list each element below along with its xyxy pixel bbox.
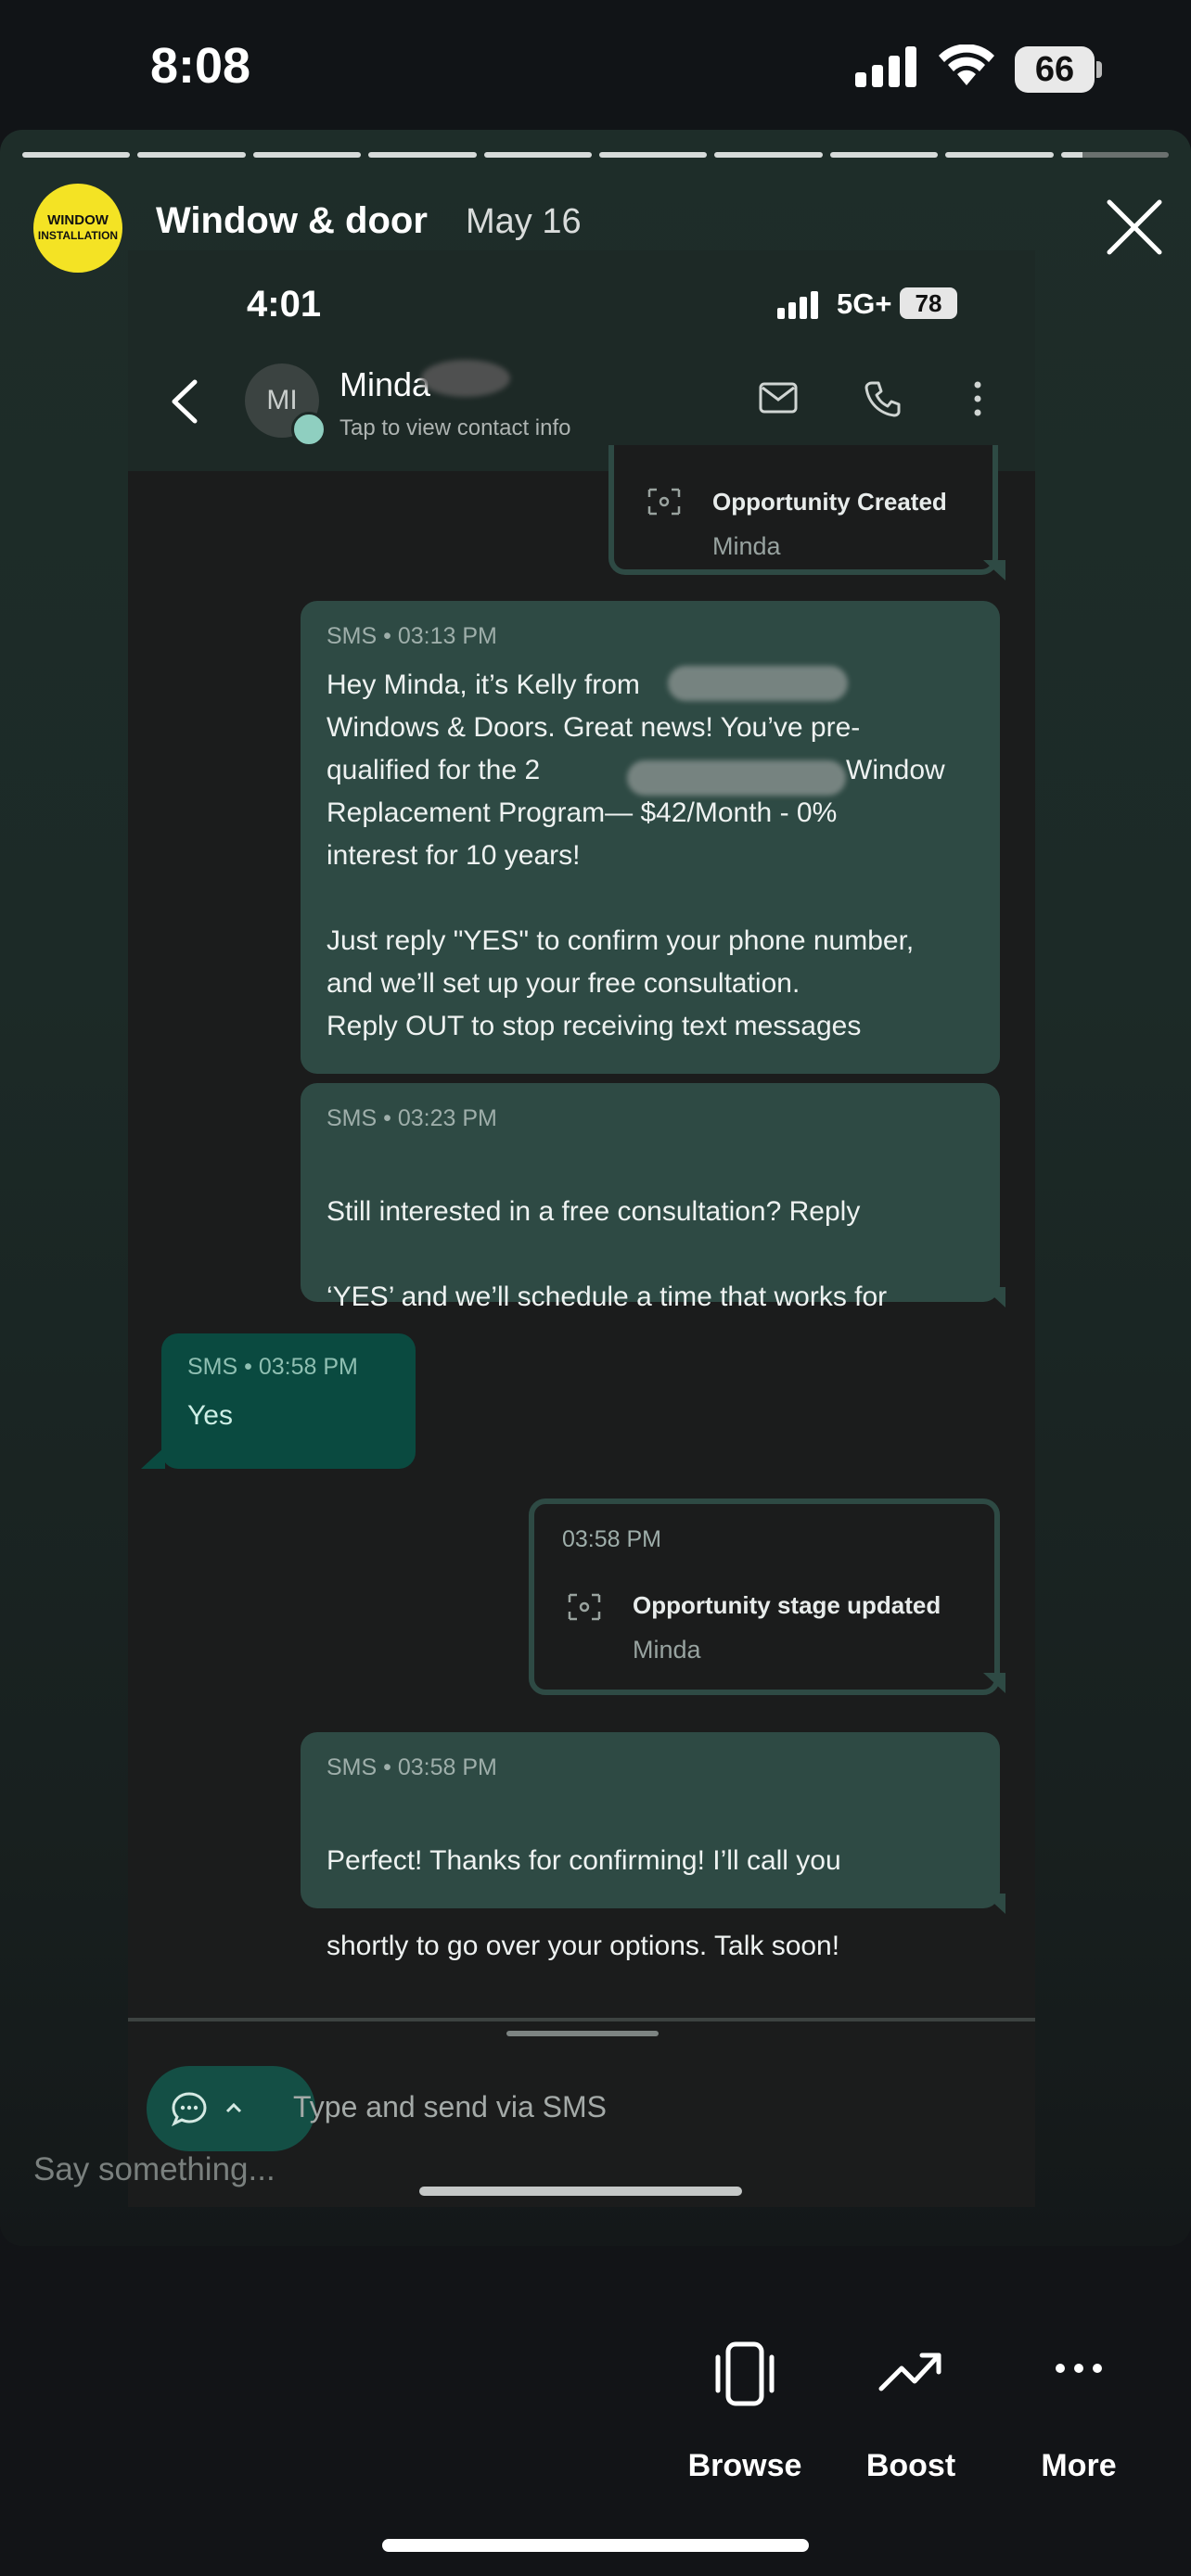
redaction-mark xyxy=(421,360,510,397)
activity-card: 03:58 PM Opportunity stage updated Minda xyxy=(529,1498,1000,1695)
avatar-text-line2: INSTALLATION xyxy=(37,229,119,242)
message-line: Hey Minda, it’s Kelly from xyxy=(327,670,640,700)
message-line: Replacement Program— $42/Month - 0% xyxy=(327,797,838,828)
back-arrow-icon[interactable] xyxy=(169,378,200,425)
contact-name[interactable]: Minda xyxy=(339,365,430,404)
message-line: Still interested in a free consultation?… xyxy=(327,1196,861,1227)
message-fragment: qualified for the 2 xyxy=(327,755,541,785)
activity-time: 03:58 PM xyxy=(562,1526,662,1552)
bubble-tail xyxy=(141,1447,165,1469)
message-text: Yes xyxy=(187,1400,233,1431)
activity-contact: Minda xyxy=(712,532,781,560)
activity-card: Opportunity Created Minda xyxy=(608,445,998,575)
inner-battery: 78 xyxy=(900,287,957,319)
message-input[interactable]: Type and send via SMS xyxy=(293,2090,607,2124)
chat-bubble-icon xyxy=(172,2092,207,2127)
close-icon[interactable] xyxy=(1102,195,1167,260)
story-progress-segment xyxy=(945,152,1054,158)
battery-tip xyxy=(1096,61,1102,78)
chat-badge-icon xyxy=(291,412,327,447)
story-avatar[interactable]: WINDOW INSTALLATION xyxy=(33,184,122,273)
message-line: Perfect! Thanks for confirming! I’ll cal… xyxy=(327,1845,841,1876)
bubble-tail xyxy=(983,1287,1005,1307)
message-text: Hey Minda, it’s Kelly from Windows & Doo… xyxy=(327,664,985,1048)
story-screenshot: 4:01 5G+ 78 MI Minda Tap to view contact… xyxy=(128,250,1035,2207)
composer-divider xyxy=(128,2018,1035,2021)
boost-button[interactable]: Boost xyxy=(818,2339,1004,2524)
message-line: and we’ll set up your free consultation. xyxy=(327,968,800,999)
message-meta: SMS • 03:13 PM xyxy=(327,623,497,649)
more-horizontal-icon xyxy=(1056,2364,1102,2373)
more-label: More xyxy=(1041,2448,1117,2483)
incoming-message[interactable]: SMS • 03:58 PM Yes xyxy=(161,1333,416,1469)
story-progress-segment xyxy=(483,152,592,158)
chevron-up-icon xyxy=(225,2102,242,2113)
story-action-bar: Browse Boost More xyxy=(0,2246,1191,2576)
message-text: Still interested in a free consultation?… xyxy=(327,1148,985,1447)
redaction-mark xyxy=(627,760,846,796)
outgoing-message[interactable]: SMS • 03:58 PM Perfect! Thanks for confi… xyxy=(301,1732,1000,1961)
message-line: interest for 10 years! xyxy=(327,840,581,871)
bubble-tail xyxy=(983,560,1005,580)
story-progress-segment xyxy=(368,152,477,158)
message-text: Perfect! Thanks for confirming! I’ll cal… xyxy=(327,1797,985,2010)
redaction-mark xyxy=(668,666,848,701)
outgoing-message[interactable]: SMS • 03:13 PM Hey Minda, it’s Kelly fro… xyxy=(301,601,1000,1074)
inner-signal-icon xyxy=(777,291,818,319)
bubble-tail xyxy=(983,1673,1005,1693)
activity-title: Opportunity Created xyxy=(712,488,947,516)
story-progress-segment xyxy=(137,152,246,158)
outgoing-message[interactable]: SMS • 03:23 PM Still interested in a fre… xyxy=(301,1083,1000,1397)
story-progress-segment xyxy=(22,152,131,158)
contact-info-link[interactable]: Tap to view contact info xyxy=(339,415,570,441)
story-progress-segment xyxy=(829,152,939,158)
message-line: Windows & Doors. Great news! You’ve pre- xyxy=(327,712,861,743)
channel-selector-button[interactable] xyxy=(147,2066,315,2151)
activity-contact: Minda xyxy=(633,1636,701,1664)
opportunity-icon xyxy=(568,1593,601,1621)
conversation-header: 4:01 5G+ 78 MI Minda Tap to view contact… xyxy=(128,250,1035,471)
inner-home-indicator xyxy=(419,2187,742,2196)
status-time: 8:08 xyxy=(150,38,251,94)
avatar-text-line1: WINDOW xyxy=(47,212,109,228)
mail-icon[interactable] xyxy=(759,382,798,414)
message-meta: SMS • 03:23 PM xyxy=(327,1105,497,1131)
opportunity-icon xyxy=(647,488,681,516)
message-line: you!" xyxy=(327,1361,985,1404)
phone-rotate-icon xyxy=(715,2341,775,2406)
story-account-name[interactable]: Window & door xyxy=(156,200,428,242)
boost-label: Boost xyxy=(865,2448,956,2483)
story-viewer[interactable]: WINDOW INSTALLATION Window & door May 16… xyxy=(0,130,1191,2246)
story-progress-segment xyxy=(1060,152,1169,158)
story-reply-input[interactable]: Say something... xyxy=(33,2151,275,2188)
inner-network-label: 5G+ xyxy=(837,287,892,320)
browse-label: Browse xyxy=(687,2448,802,2483)
message-line: ‘YES’ and we’ll schedule a time that wor… xyxy=(327,1282,888,1312)
browse-button[interactable]: Browse xyxy=(652,2339,838,2524)
more-vertical-icon[interactable] xyxy=(972,380,983,417)
wifi-icon xyxy=(939,45,994,85)
message-line: Reply OUT to stop receiving text message… xyxy=(327,1011,862,1041)
story-progress-segment xyxy=(599,152,708,158)
more-button[interactable]: More xyxy=(986,2339,1172,2524)
message-line: shortly to go over your options. Talk so… xyxy=(327,1931,840,1961)
drag-handle[interactable] xyxy=(506,2031,659,2036)
bubble-tail xyxy=(983,1894,1005,1914)
inner-status-time: 4:01 xyxy=(247,284,322,325)
cellular-signal-icon xyxy=(855,46,916,87)
story-date: May 16 xyxy=(466,202,582,241)
message-meta: SMS • 03:58 PM xyxy=(327,1754,497,1780)
message-meta: SMS • 03:58 PM xyxy=(187,1354,358,1380)
message-line: Just reply "YES" to confirm your phone n… xyxy=(327,925,915,956)
activity-title: Opportunity stage updated xyxy=(633,1591,941,1619)
message-fragment: Window xyxy=(846,755,945,785)
phone-icon[interactable] xyxy=(864,380,902,417)
status-bar: 8:08 66 xyxy=(0,0,1191,130)
story-progress-segment xyxy=(252,152,362,158)
battery-indicator: 66 xyxy=(1015,46,1095,93)
trending-up-icon xyxy=(878,2353,941,2391)
story-progress-segment xyxy=(714,152,823,158)
home-indicator xyxy=(382,2539,809,2552)
